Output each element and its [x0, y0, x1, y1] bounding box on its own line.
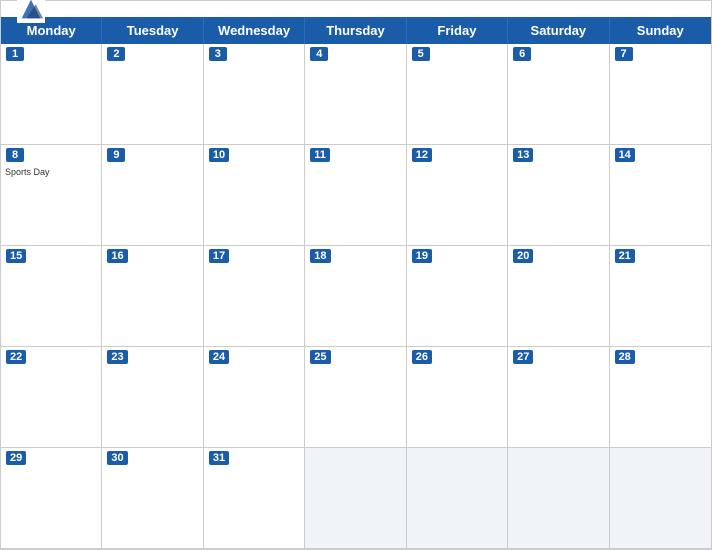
day-cell: 8 Sports Day [1, 145, 102, 246]
day-cell [508, 448, 609, 549]
day-cell: 1 [1, 44, 102, 145]
day-header-saturday: Saturday [508, 17, 609, 44]
day-cell: 21 [610, 246, 711, 347]
day-cell: 6 [508, 44, 609, 145]
day-number: 30 [107, 451, 127, 465]
calendar-container: MondayTuesdayWednesdayThursdayFridaySatu… [0, 0, 712, 550]
day-number: 24 [209, 350, 229, 364]
day-number: 18 [310, 249, 330, 263]
day-cell: 23 [102, 347, 203, 448]
day-number: 19 [412, 249, 432, 263]
day-number: 2 [107, 47, 125, 61]
day-cell: 22 [1, 347, 102, 448]
day-cell: 26 [407, 347, 508, 448]
day-cell: 14 [610, 145, 711, 246]
day-number: 26 [412, 350, 432, 364]
day-number: 8 [6, 148, 24, 162]
day-number: 25 [310, 350, 330, 364]
day-cell: 24 [204, 347, 305, 448]
day-cell: 31 [204, 448, 305, 549]
day-cell: 7 [610, 44, 711, 145]
day-cell [407, 448, 508, 549]
day-number: 5 [412, 47, 430, 61]
day-cell: 17 [204, 246, 305, 347]
day-cell: 30 [102, 448, 203, 549]
day-number: 20 [513, 249, 533, 263]
day-header-thursday: Thursday [305, 17, 406, 44]
day-cell: 20 [508, 246, 609, 347]
day-header-tuesday: Tuesday [102, 17, 203, 44]
day-cell: 2 [102, 44, 203, 145]
day-cell: 27 [508, 347, 609, 448]
day-number: 3 [209, 47, 227, 61]
day-cell: 28 [610, 347, 711, 448]
day-cell: 19 [407, 246, 508, 347]
day-number: 11 [310, 148, 330, 162]
day-number: 31 [209, 451, 229, 465]
day-number: 28 [615, 350, 635, 364]
logo-icon [17, 0, 45, 23]
day-number: 17 [209, 249, 229, 263]
day-cell [305, 448, 406, 549]
day-number: 21 [615, 249, 635, 263]
day-number: 1 [6, 47, 24, 61]
day-number: 7 [615, 47, 633, 61]
day-number: 27 [513, 350, 533, 364]
day-cell: 4 [305, 44, 406, 145]
calendar-grid: 12345678Sports Day9101112131415161718192… [1, 44, 711, 549]
day-header-sunday: Sunday [610, 17, 711, 44]
event-label: Sports Day [5, 167, 50, 177]
day-cell: 11 [305, 145, 406, 246]
day-cell: 25 [305, 347, 406, 448]
day-cell: 13 [508, 145, 609, 246]
day-number: 9 [107, 148, 125, 162]
day-headers-row: MondayTuesdayWednesdayThursdayFridaySatu… [1, 17, 711, 44]
day-cell: 12 [407, 145, 508, 246]
day-cell: 5 [407, 44, 508, 145]
day-number: 23 [107, 350, 127, 364]
day-number: 14 [615, 148, 635, 162]
day-number: 6 [513, 47, 531, 61]
day-cell: 9 [102, 145, 203, 246]
generalblue-logo [17, 0, 49, 23]
day-number: 16 [107, 249, 127, 263]
day-number: 10 [209, 148, 229, 162]
day-cell: 15 [1, 246, 102, 347]
day-number: 13 [513, 148, 533, 162]
calendar-header [1, 1, 711, 17]
day-cell: 29 [1, 448, 102, 549]
day-number: 29 [6, 451, 26, 465]
day-number: 4 [310, 47, 328, 61]
day-cell: 18 [305, 246, 406, 347]
day-number: 22 [6, 350, 26, 364]
day-number: 15 [6, 249, 26, 263]
day-cell [610, 448, 711, 549]
day-header-friday: Friday [407, 17, 508, 44]
day-cell: 3 [204, 44, 305, 145]
day-number: 12 [412, 148, 432, 162]
day-cell: 10 [204, 145, 305, 246]
day-header-wednesday: Wednesday [204, 17, 305, 44]
day-cell: 16 [102, 246, 203, 347]
